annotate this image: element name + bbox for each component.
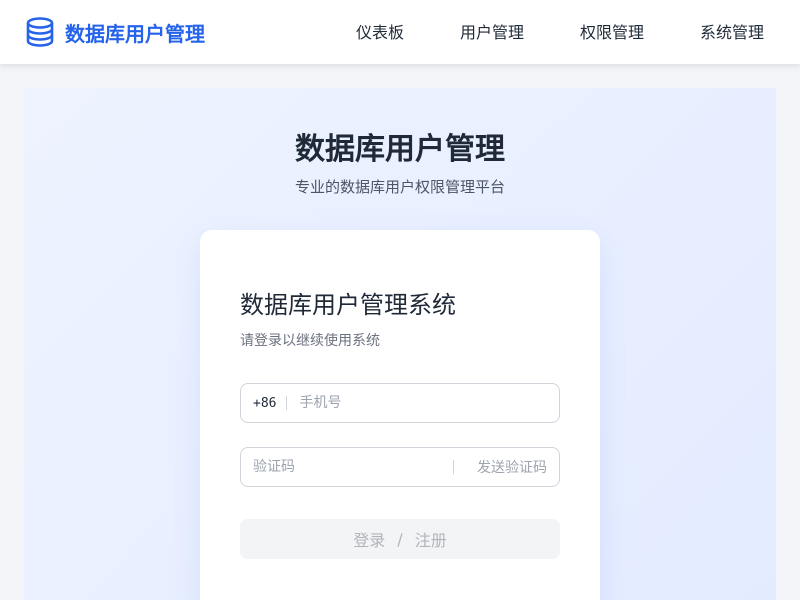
login-card: 数据库用户管理系统 请登录以继续使用系统 +86 发送验证码 登录 / 注册 (200, 230, 600, 600)
register-label: 注册 (414, 531, 447, 550)
send-code-button[interactable]: 发送验证码 (461, 457, 559, 477)
country-code-prefix[interactable]: +86 (241, 396, 286, 411)
nav-item-permission-management[interactable]: 权限管理 (580, 20, 644, 46)
divider (453, 460, 454, 474)
divider (286, 396, 288, 410)
nav-item-dashboard[interactable]: 仪表板 (356, 20, 404, 46)
code-field: 发送验证码 (240, 447, 560, 487)
hero-title: 数据库用户管理 (295, 132, 505, 167)
phone-field: +86 (240, 383, 560, 423)
login-title: 数据库用户管理系统 (240, 291, 456, 319)
login-subtitle: 请登录以继续使用系统 (240, 333, 380, 349)
phone-input[interactable] (299, 384, 550, 422)
nav-item-user-management[interactable]: 用户管理 (460, 20, 524, 46)
top-nav-bar: 数据库用户管理 仪表板 用户管理 权限管理 系统管理 (0, 0, 800, 64)
main-nav: 仪表板 用户管理 权限管理 系统管理 (0, 20, 800, 46)
login-label: 登录 (353, 531, 386, 550)
hero-subtitle: 专业的数据库用户权限管理平台 (294, 178, 505, 196)
login-register-button[interactable]: 登录 / 注册 (240, 519, 560, 559)
verification-code-input[interactable] (253, 448, 453, 486)
nav-item-system-management[interactable]: 系统管理 (700, 20, 764, 46)
separator-label: / (397, 529, 403, 549)
